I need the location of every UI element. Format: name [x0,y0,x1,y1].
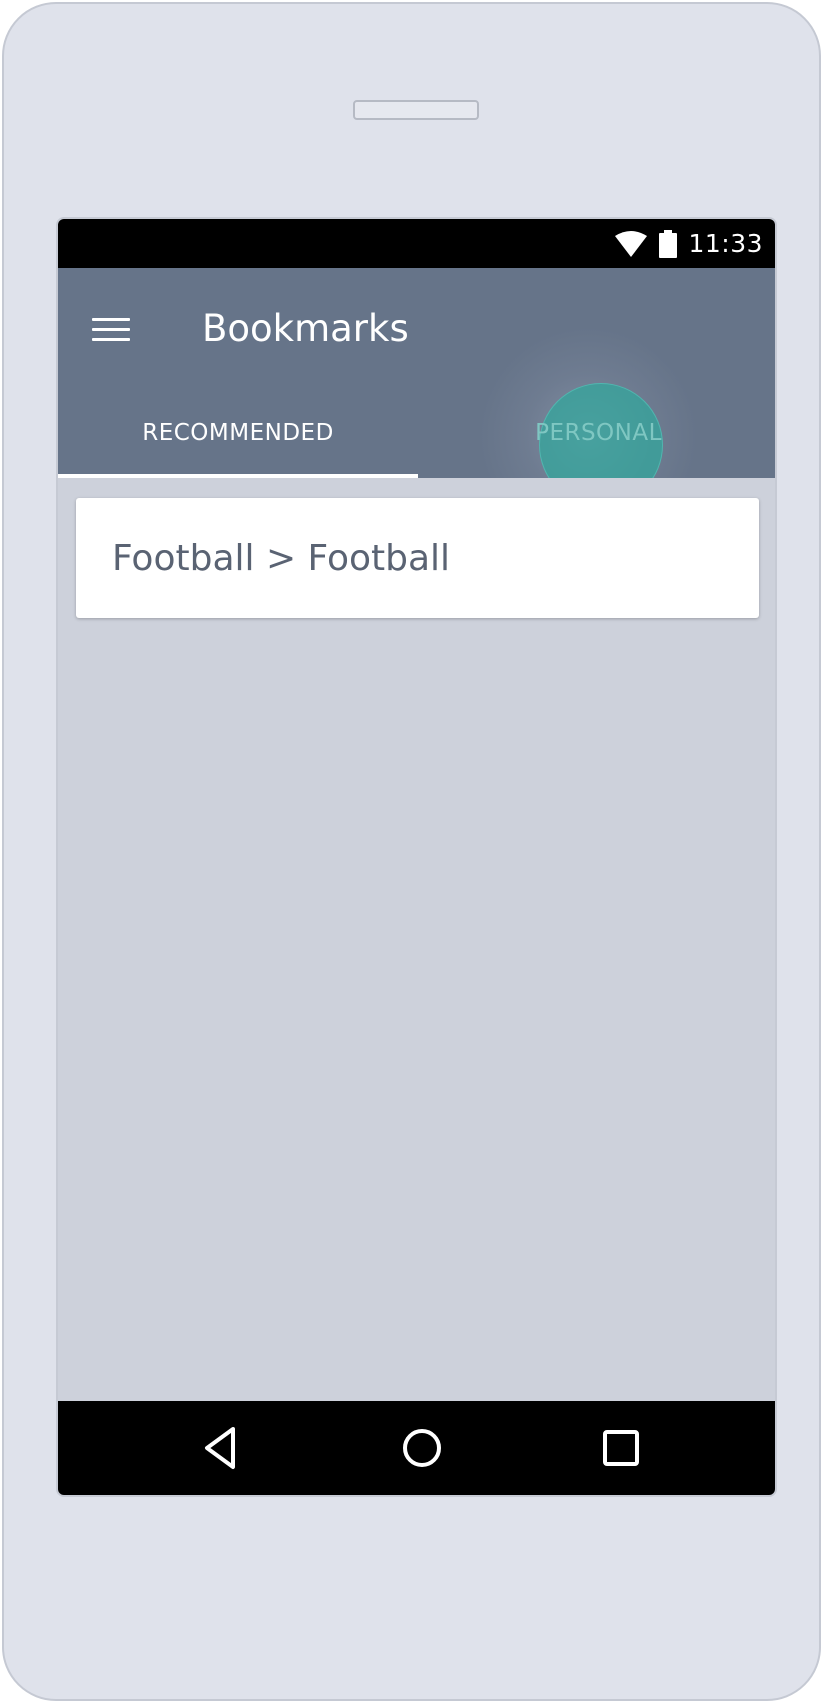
bookmark-label: Football > Football [112,537,451,579]
status-bar: 11:33 [58,219,775,268]
status-time: 11:33 [688,229,763,258]
tab-selected-indicator [58,474,418,478]
page-title: Bookmarks [202,307,409,350]
app-bar: Bookmarks RECOMMENDED PERSONAL [58,268,775,478]
battery-icon [659,229,678,258]
status-icons: 11:33 [614,219,763,268]
back-icon[interactable] [195,1421,249,1475]
wifi-icon [615,230,648,257]
tab-recommended[interactable]: RECOMMENDED [58,386,418,478]
app-screen: 11:33 Bookmarks RECOMMENDED PERSONAL Foo… [56,217,777,1497]
recents-icon[interactable] [594,1421,648,1475]
hamburger-menu-icon[interactable] [92,312,132,346]
phone-frame: 11:33 Bookmarks RECOMMENDED PERSONAL Foo… [2,2,821,1701]
navigation-bar [58,1401,775,1495]
tab-personal[interactable]: PERSONAL [418,386,775,478]
home-icon[interactable] [395,1421,449,1475]
tab-personal-label: PERSONAL [535,420,662,446]
tab-recommended-label: RECOMMENDED [142,420,334,446]
phone-speaker [353,100,479,120]
bookmark-item[interactable]: Football > Football [76,498,759,618]
